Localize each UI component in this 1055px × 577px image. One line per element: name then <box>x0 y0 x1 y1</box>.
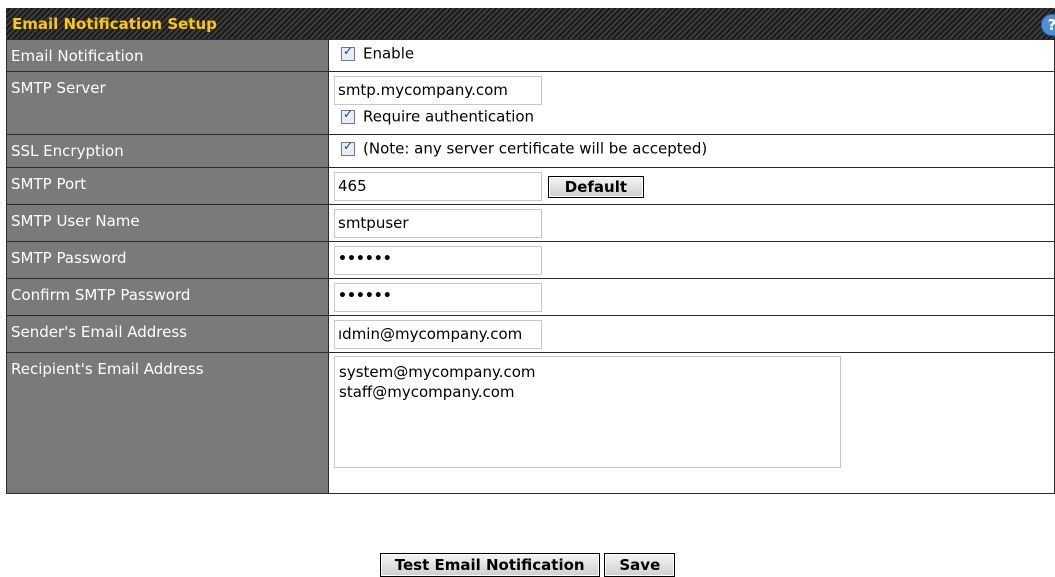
value-confirm-password: •••••• <box>328 278 1055 316</box>
label-ssl: SSL Encryption <box>6 134 329 168</box>
value-email-notification: Enable <box>328 39 1055 72</box>
row-recipient: Recipient's Email Address system@mycompa… <box>6 352 1055 494</box>
value-smtp-server: smtp.mycompany.com Require authenticatio… <box>328 71 1055 135</box>
ssl-checkbox[interactable] <box>341 139 355 156</box>
row-smtp-user: SMTP User Name smtpuser <box>6 204 1055 242</box>
label-confirm-password: Confirm SMTP Password <box>6 278 329 316</box>
enable-checkbox[interactable] <box>341 44 355 61</box>
value-sender: ıdmin@mycompany.com <box>328 315 1055 353</box>
value-smtp-port: 465 Default <box>328 167 1055 205</box>
footer-actions: Test Email Notification Save <box>0 553 1055 577</box>
sender-email-input[interactable]: ıdmin@mycompany.com <box>334 320 542 349</box>
row-ssl: SSL Encryption (Note: any server certifi… <box>6 134 1055 168</box>
value-smtp-user: smtpuser <box>328 204 1055 242</box>
label-smtp-server: SMTP Server <box>6 71 329 135</box>
require-auth-checkbox[interactable] <box>341 107 355 124</box>
panel-title: Email Notification Setup <box>12 15 217 33</box>
smtp-password-input[interactable]: •••••• <box>334 246 542 275</box>
ssl-note: (Note: any server certificate will be ac… <box>363 139 708 158</box>
enable-label: Enable <box>363 44 415 63</box>
row-email-notification: Email Notification Enable <box>6 39 1055 72</box>
label-email-notification: Email Notification <box>6 39 329 72</box>
value-ssl: (Note: any server certificate will be ac… <box>328 134 1055 168</box>
require-auth-label: Require authentication <box>363 107 535 126</box>
label-smtp-user: SMTP User Name <box>6 204 329 242</box>
row-confirm-password: Confirm SMTP Password •••••• <box>6 278 1055 316</box>
label-sender: Sender's Email Address <box>6 315 329 353</box>
row-smtp-port: SMTP Port 465 Default <box>6 167 1055 205</box>
recipient-email-textarea[interactable]: system@mycompany.com staff@mycompany.com <box>334 356 841 468</box>
email-notification-panel: Email Notification Setup ? Email Notific… <box>6 8 1055 494</box>
default-port-button[interactable]: Default <box>547 175 645 198</box>
value-smtp-password: •••••• <box>328 241 1055 279</box>
label-smtp-password: SMTP Password <box>6 241 329 279</box>
row-smtp-server: SMTP Server smtp.mycompany.com Require a… <box>6 71 1055 135</box>
smtp-server-input[interactable]: smtp.mycompany.com <box>334 76 542 105</box>
row-smtp-password: SMTP Password •••••• <box>6 241 1055 279</box>
smtp-user-input[interactable]: smtpuser <box>334 209 542 238</box>
value-recipient: system@mycompany.com staff@mycompany.com <box>328 352 1055 494</box>
row-sender: Sender's Email Address ıdmin@mycompany.c… <box>6 315 1055 353</box>
smtp-port-input[interactable]: 465 <box>334 172 542 201</box>
confirm-password-input[interactable]: •••••• <box>334 283 542 312</box>
label-recipient: Recipient's Email Address <box>6 352 329 494</box>
help-icon[interactable]: ? <box>1041 14 1055 36</box>
label-smtp-port: SMTP Port <box>6 167 329 205</box>
panel-header: Email Notification Setup ? <box>6 8 1055 39</box>
test-email-button[interactable]: Test Email Notification <box>379 553 600 577</box>
settings-table: Email Notification Enable SMTP Server sm… <box>6 39 1055 494</box>
save-button[interactable]: Save <box>604 553 676 577</box>
